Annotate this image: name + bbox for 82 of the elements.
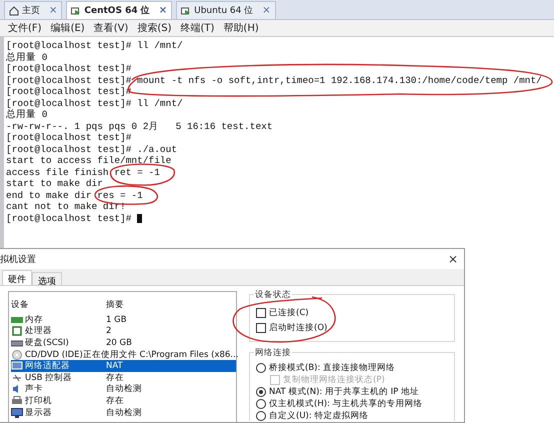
device-row[interactable]: 处理器 2 (11, 326, 236, 338)
tab[interactable]: 硬件 (2, 270, 32, 285)
device-name: 内存 (25, 314, 43, 326)
checkbox-label: 复制物理网络连接状态(P) (283, 375, 385, 385)
device-row[interactable]: 内存 1 GB (11, 314, 236, 326)
column-header: 设备 (11, 299, 30, 311)
column-header: 摘要 (106, 299, 125, 311)
device-name: 网络适配器 (25, 360, 70, 372)
menu-item[interactable]: 查看(V) (94, 21, 128, 35)
radio-button[interactable] (256, 399, 266, 409)
checkbox-label: 启动时连接(O) (269, 323, 328, 333)
radio-button[interactable] (256, 363, 266, 373)
menu-item[interactable]: 文件(F) (8, 21, 42, 35)
terminal-line: start to make dir (6, 178, 103, 190)
dialog-title: 拟机设置 (0, 254, 36, 266)
checkbox[interactable] (256, 323, 266, 333)
terminal-line: 总用量 0 (6, 52, 48, 63)
home-icon (9, 6, 19, 16)
menu-item[interactable]: 编辑(E) (50, 21, 85, 35)
radio-label: 自定义(U): 特定虚拟网络 (269, 411, 368, 421)
group-title: 网络连接 (254, 347, 292, 359)
terminal-line: [root@localhost test]# mount -t nfs -o soft,intr,timeo=1 192.168.174.130:/home/code/temp /mnt/ (6, 74, 542, 86)
terminal-line: -rw-rw-r--. 1 pqs pqs 0 2月 5 16:16 test.text (6, 120, 273, 132)
device-row[interactable]: 显示器 自动检测 (11, 406, 236, 418)
close-icon[interactable]: × (49, 5, 58, 16)
tab[interactable]: Ubuntu 64 位 × (176, 1, 276, 19)
device-row[interactable]: 打印机 存在 (11, 395, 236, 407)
device-name: CD/DVD (IDE) (25, 350, 83, 360)
terminal-line: end to make dir res = -1 (6, 190, 143, 201)
menu-item[interactable]: 搜索(S) (137, 21, 172, 35)
device-row[interactable]: USB 控制器 存在 (11, 372, 236, 384)
device-summary: 存在 (106, 372, 124, 384)
checkbox-label: 已连接(C) (269, 308, 309, 318)
tab[interactable]: 选项 (32, 272, 62, 285)
vm-icon (71, 6, 82, 16)
tab[interactable]: 主页 × (4, 1, 62, 19)
terminal-line: [root@localhost test]# (6, 63, 132, 74)
device-summary: 2 (106, 326, 112, 336)
terminal-line: [root@localhost test]# (6, 212, 132, 224)
device-row[interactable]: 网络适配器 NAT (11, 360, 236, 372)
radio-button[interactable] (256, 411, 266, 421)
close-icon[interactable]: × (448, 252, 458, 266)
terminal-line: 总用量 0 (6, 109, 48, 120)
group-title: 设备状态 (254, 289, 292, 301)
close-icon[interactable]: × (158, 5, 168, 16)
device-summary: 自动检测 (106, 383, 142, 396)
terminal-line: [root@localhost test]# (6, 132, 132, 144)
checkbox[interactable] (256, 308, 266, 318)
terminal-line: [root@localhost test]# ll /mnt/ (6, 98, 183, 109)
printer-icon (11, 396, 23, 406)
device-name: USB 控制器 (25, 372, 72, 384)
terminal-line: [root@localhost test]# ./a.out (6, 144, 178, 155)
close-icon[interactable]: × (262, 5, 271, 16)
device-summary: 自动检测 (106, 406, 142, 419)
device-row[interactable]: CD/DVD (IDE)正在使用文件 C:\Program Files (x86... (11, 348, 236, 360)
menu-item[interactable]: 帮助(H) (223, 21, 259, 35)
vm-icon (181, 6, 192, 16)
device-summary: 1 GB (106, 314, 127, 325)
radio-button[interactable] (256, 387, 266, 397)
device-summary: 存在 (106, 394, 124, 407)
device-name: 处理器 (25, 325, 52, 338)
terminal-line: start to access file/mnt/file (6, 155, 172, 166)
device-summary: 20 GB (106, 338, 132, 348)
monitor-icon (11, 408, 23, 418)
device-row[interactable]: 声卡 自动检测 (11, 384, 236, 396)
radio-label: 桥接模式(B): 直接连接物理网络 (269, 363, 396, 373)
device-summary: NAT (106, 361, 123, 372)
device-name: 显示器 (25, 406, 52, 419)
device-name: 声卡 (25, 383, 43, 396)
menu-item[interactable]: 终端(T) (180, 21, 214, 35)
device-name: 打印机 (25, 394, 52, 407)
terminal-line: [root@localhost test]# ll /mnt/ (6, 40, 183, 52)
tab[interactable]: CentOS 64 位 × (66, 1, 172, 19)
network-icon (11, 361, 23, 372)
disc-icon (11, 350, 23, 360)
device-row[interactable]: 硬盘(SCSI) 20 GB (11, 337, 236, 349)
terminal-line: access file finish ret = -1 (6, 166, 160, 178)
radio-label: NAT 模式(N): 用于共享主机的 IP 地址 (269, 387, 419, 397)
device-summary: 正在使用文件 C:\Program Files (x86... (82, 348, 238, 361)
device-name: 硬盘(SCSI) (25, 336, 69, 349)
radio-label: 仅主机模式(H): 与主机共享的专用网络 (269, 399, 423, 409)
terminal-line: [root@localhost test]# (6, 86, 132, 98)
